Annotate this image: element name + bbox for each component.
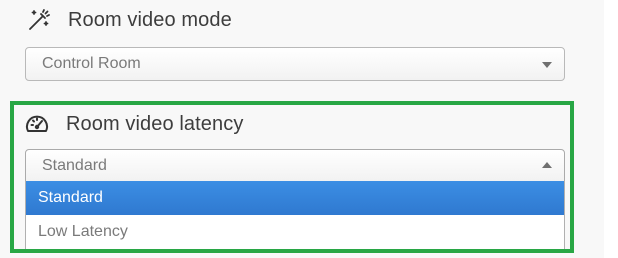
option-low-latency[interactable]: Low Latency (26, 215, 564, 249)
video-latency-dropdown: Standard Low Latency (25, 181, 565, 250)
video-mode-selected-value: Control Room (42, 55, 141, 72)
option-label: Low Latency (38, 223, 128, 240)
chevron-up-icon (542, 161, 552, 168)
option-standard[interactable]: Standard (26, 181, 564, 215)
video-latency-header: Room video latency (24, 110, 243, 138)
video-mode-header: Room video mode (26, 6, 232, 34)
video-mode-title: Room video mode (68, 8, 232, 31)
video-mode-select[interactable]: Control Room (25, 47, 565, 81)
chevron-down-icon (542, 62, 552, 68)
option-label: Standard (38, 189, 103, 206)
video-latency-title: Room video latency (66, 112, 244, 135)
video-latency-select[interactable]: Standard (25, 149, 565, 182)
gauge-icon (24, 111, 50, 137)
video-latency-selected-value: Standard (42, 156, 107, 174)
magic-wand-icon (26, 7, 52, 33)
